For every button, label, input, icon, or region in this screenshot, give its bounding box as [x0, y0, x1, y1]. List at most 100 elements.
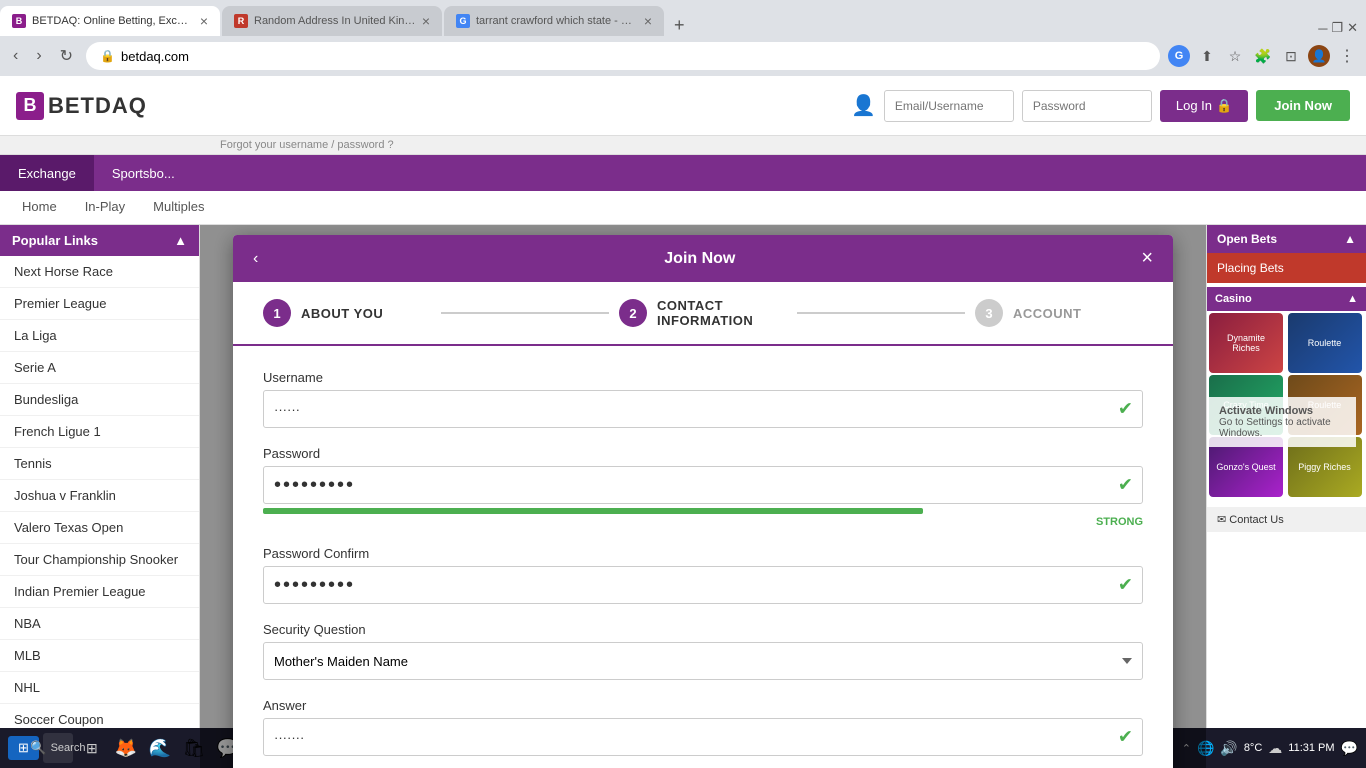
- tab-bar: B BETDAQ: Online Betting, Exchang... × R…: [0, 0, 1366, 36]
- sidebar-item-nhl[interactable]: NHL: [0, 672, 199, 704]
- lock-icon: 🔒: [100, 49, 115, 63]
- tab-favicon-random: R: [234, 14, 248, 28]
- back-button[interactable]: ‹: [8, 45, 23, 67]
- placing-bets-button[interactable]: Placing Bets: [1207, 253, 1366, 283]
- game-thumb-2[interactable]: Roulette: [1288, 313, 1362, 373]
- notification-icon[interactable]: 💬: [1341, 740, 1358, 757]
- tab-random[interactable]: R Random Address In United King... ×: [222, 6, 442, 36]
- modal-back-button[interactable]: ‹: [253, 250, 258, 268]
- sidebar-item-joshua[interactable]: Joshua v Franklin: [0, 480, 199, 512]
- game-thumb-1[interactable]: Dynamite Riches: [1209, 313, 1283, 373]
- username-group: Username ✔: [263, 370, 1143, 428]
- modal-close-button[interactable]: ×: [1141, 247, 1153, 270]
- share-icon[interactable]: ⬆: [1196, 45, 1218, 67]
- security-question-select[interactable]: Mother's Maiden Name Father's Middle Nam…: [263, 642, 1143, 680]
- refresh-button[interactable]: ↻: [55, 44, 78, 68]
- sidebar-header: Popular Links ▲: [0, 225, 199, 256]
- step-3-circle: 3: [975, 299, 1003, 327]
- tab-favicon-betdaq: B: [12, 14, 26, 28]
- weather-icon: ☁: [1268, 740, 1282, 757]
- restore-icon[interactable]: ❐: [1331, 20, 1343, 36]
- logo-b-icon: B: [16, 92, 44, 120]
- games-collapse-icon[interactable]: ▲: [1347, 293, 1358, 305]
- join-now-button[interactable]: Join Now: [1256, 90, 1350, 121]
- site-header: B BETDAQ 👤 Log In 🔒 Join Now: [0, 76, 1366, 136]
- password-confirm-field[interactable]: [263, 566, 1143, 604]
- password-input[interactable]: [1022, 90, 1152, 122]
- search-taskbar[interactable]: 🔍 Search: [43, 733, 73, 763]
- menu-icon[interactable]: ⋮: [1336, 45, 1358, 67]
- login-button[interactable]: Log In 🔒: [1160, 90, 1248, 122]
- close-window-icon[interactable]: ✕: [1347, 20, 1358, 36]
- nav-exchange[interactable]: Exchange: [0, 155, 94, 191]
- modal-header: ‹ Join Now ×: [233, 235, 1173, 282]
- temperature-display: 8°C: [1244, 742, 1262, 754]
- sidebar-item-la-liga[interactable]: La Liga: [0, 320, 199, 352]
- tab-close-google[interactable]: ×: [644, 13, 652, 29]
- forward-button[interactable]: ›: [31, 45, 46, 67]
- password-confirm-wrapper: ✔: [263, 566, 1143, 604]
- games-header: Casino ▲: [1207, 287, 1366, 311]
- sidebar-item-tennis[interactable]: Tennis: [0, 448, 199, 480]
- nav-sportsbook[interactable]: Sportsbo...: [94, 155, 193, 191]
- address-bar[interactable]: 🔒 betdaq.com: [86, 42, 1160, 70]
- sidebar-toggle-icon[interactable]: ⊡: [1280, 45, 1302, 67]
- sub-nav: Home In-Play Multiples: [0, 191, 1366, 225]
- sidebar-item-serie-a[interactable]: Serie A: [0, 352, 199, 384]
- address-bar-row: ‹ › ↻ 🔒 betdaq.com G ⬆ ☆ 🧩 ⊡ 👤 ⋮: [0, 36, 1366, 76]
- sidebar-item-premier-league[interactable]: Premier League: [0, 288, 199, 320]
- taskbar-firefox[interactable]: 🦊: [111, 733, 141, 763]
- step-2-label: CONTACT INFORMATION: [657, 298, 787, 328]
- answer-check-icon: ✔: [1118, 727, 1133, 748]
- task-view-icon[interactable]: ⊞: [77, 733, 107, 763]
- address-input[interactable]: betdaq.com: [121, 49, 1146, 64]
- activate-sub: Go to Settings to activate Windows.: [1219, 417, 1344, 439]
- games-label: Casino: [1215, 293, 1252, 305]
- step-3: 3 ACCOUNT: [975, 299, 1143, 327]
- sidebar-item-next-horse-race[interactable]: Next Horse Race: [0, 256, 199, 288]
- password-strength-bar: [263, 508, 923, 514]
- password-confirm-label: Password Confirm: [263, 546, 1143, 561]
- sidebar-item-nba[interactable]: NBA: [0, 608, 199, 640]
- extensions-icon[interactable]: 🧩: [1252, 45, 1274, 67]
- tab-close-random[interactable]: ×: [422, 13, 430, 29]
- answer-field[interactable]: [263, 718, 1143, 756]
- sidebar-collapse-icon[interactable]: ▲: [174, 233, 187, 248]
- open-bets-collapse-icon[interactable]: ▲: [1344, 232, 1356, 246]
- step-1-circle: 1: [263, 299, 291, 327]
- sub-nav-home[interactable]: Home: [8, 191, 71, 224]
- sidebar-item-tour-championship[interactable]: Tour Championship Snooker: [0, 544, 199, 576]
- minimize-icon[interactable]: ─: [1318, 21, 1327, 36]
- tab-title-google: tarrant crawford which state - G...: [476, 15, 638, 27]
- sub-nav-inplay[interactable]: In-Play: [71, 191, 139, 224]
- strength-label: STRONG: [263, 516, 1143, 528]
- sidebar-item-bundesliga[interactable]: Bundesliga: [0, 384, 199, 416]
- username-field[interactable]: [263, 390, 1143, 428]
- sidebar: Popular Links ▲ Next Horse Race Premier …: [0, 225, 200, 768]
- sidebar-item-french-ligue[interactable]: French Ligue 1: [0, 416, 199, 448]
- join-label: Join Now: [1274, 98, 1332, 113]
- sidebar-item-ipl[interactable]: Indian Premier League: [0, 576, 199, 608]
- email-input[interactable]: [884, 90, 1014, 122]
- google-icon[interactable]: G: [1168, 45, 1190, 67]
- sub-nav-multiples[interactable]: Multiples: [139, 191, 218, 224]
- taskbar-edge[interactable]: 🌊: [145, 733, 175, 763]
- contact-us-link[interactable]: ✉ Contact Us: [1207, 507, 1366, 532]
- sidebar-item-valero[interactable]: Valero Texas Open: [0, 512, 199, 544]
- activate-title: Activate Windows: [1219, 405, 1344, 417]
- profile-icon[interactable]: 👤: [1308, 45, 1330, 67]
- password-check-icon: ✔: [1118, 475, 1133, 496]
- new-tab-button[interactable]: +: [666, 15, 693, 36]
- time-display: 11:31 PM: [1288, 742, 1334, 754]
- sidebar-item-mlb[interactable]: MLB: [0, 640, 199, 672]
- password-field[interactable]: [263, 466, 1143, 504]
- tab-close-betdaq[interactable]: ×: [200, 13, 208, 29]
- tab-title-random: Random Address In United King...: [254, 15, 416, 27]
- forgot-text[interactable]: Forgot your username / password ?: [220, 139, 394, 151]
- main-content: ‹ Join Now × 1 ABOUT YOU 2 CONTACT: [200, 225, 1206, 768]
- step-2-circle: 2: [619, 299, 647, 327]
- tab-google[interactable]: G tarrant crawford which state - G... ×: [444, 6, 664, 36]
- tab-betdaq[interactable]: B BETDAQ: Online Betting, Exchang... ×: [0, 6, 220, 36]
- nav-bar: Exchange Sportsbo...: [0, 155, 1366, 191]
- star-icon[interactable]: ☆: [1224, 45, 1246, 67]
